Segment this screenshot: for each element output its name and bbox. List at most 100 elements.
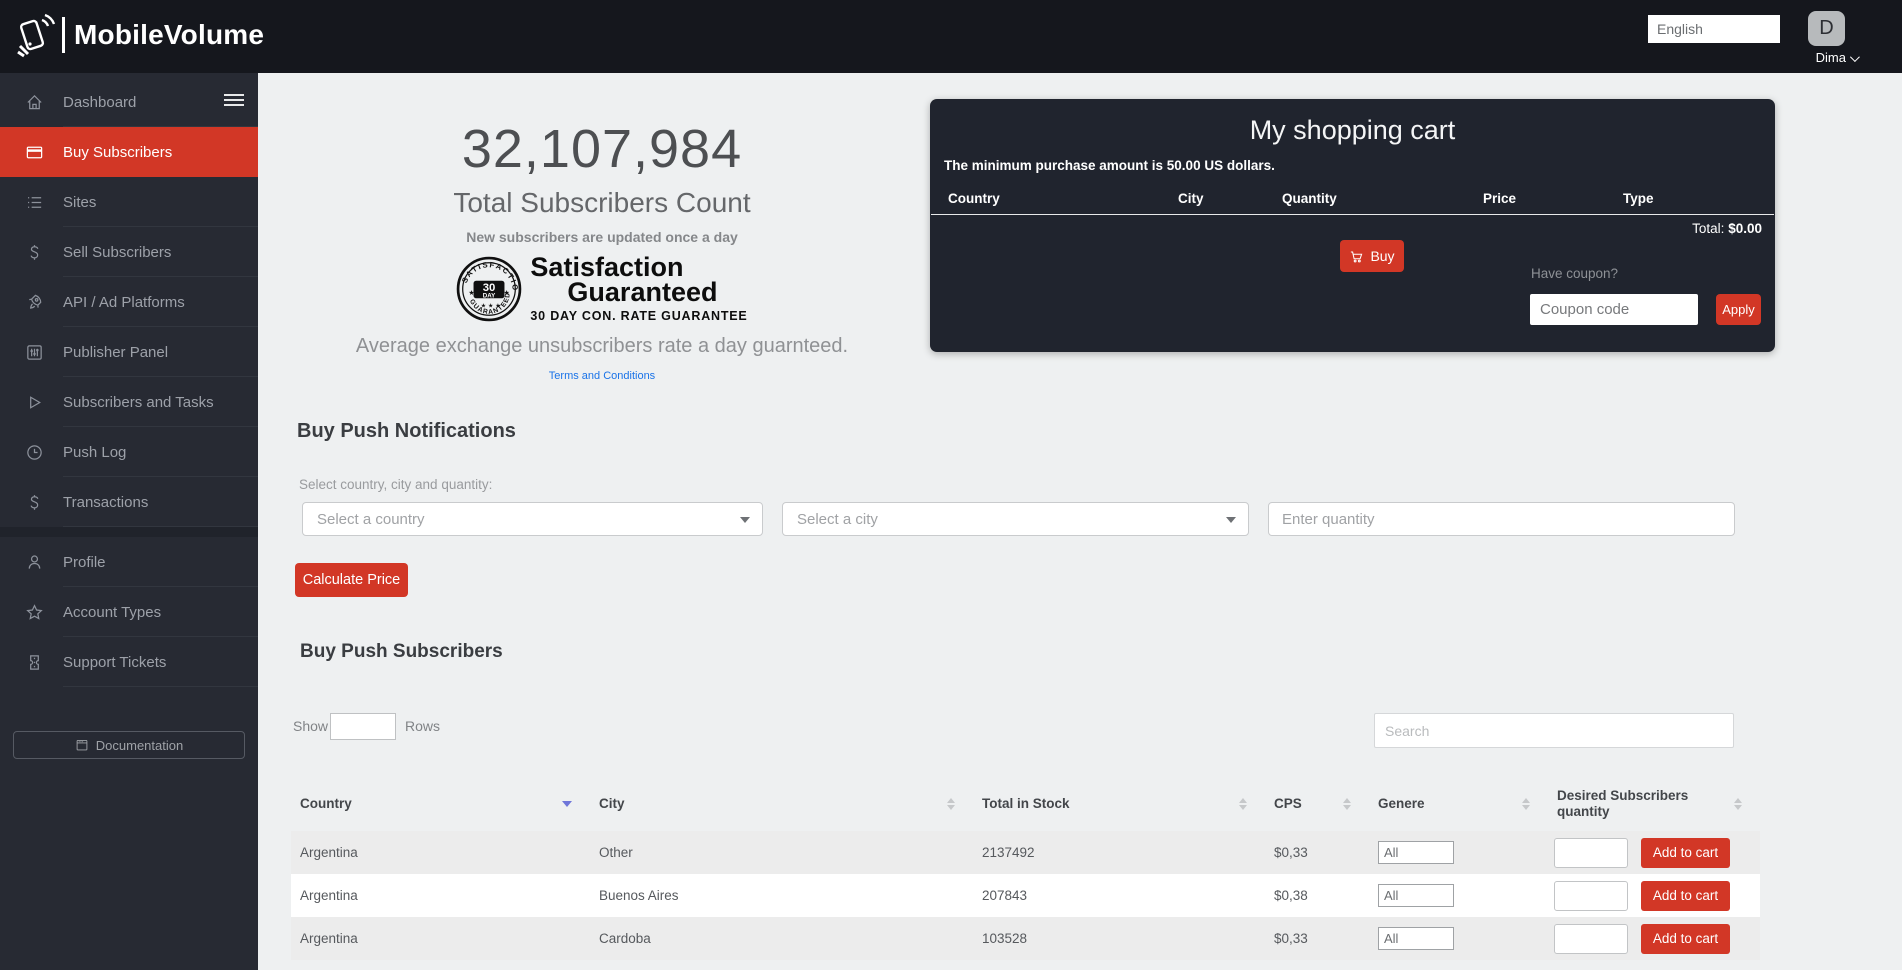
country-select[interactable]: Select a country: [302, 502, 763, 536]
table-header-row: Country City Total in Stock CPS Genere: [291, 777, 1760, 831]
cart-col-country: Country: [948, 191, 1000, 206]
home-icon: [24, 92, 44, 112]
cell-stock: 2137492: [973, 845, 1265, 860]
ticket-icon: [24, 652, 44, 672]
sidebar-item-support-tickets[interactable]: Support Tickets: [0, 637, 258, 687]
cell-city: Other: [590, 845, 973, 860]
brand-logo[interactable]: MobileVolume: [14, 12, 264, 58]
buy-button[interactable]: Buy: [1340, 240, 1404, 272]
genere-input[interactable]: [1378, 884, 1454, 907]
cell-city: Cardoba: [590, 931, 973, 946]
avatar[interactable]: D: [1808, 11, 1845, 46]
sort-icon[interactable]: [947, 798, 955, 810]
user-menu[interactable]: Dima: [1808, 50, 1857, 65]
logo-divider: [62, 17, 65, 53]
table-row: Argentina Buenos Aires 207843 $0,38 Add …: [291, 874, 1760, 917]
calculate-price-button[interactable]: Calculate Price: [295, 563, 408, 597]
list-icon: [24, 192, 44, 212]
table-row: Argentina Cardoba 103528 $0,33 Add to ca…: [291, 917, 1760, 960]
genere-input[interactable]: [1378, 927, 1454, 950]
sidebar-item-label: Subscribers and Tasks: [63, 394, 214, 411]
language-select[interactable]: [1648, 15, 1780, 43]
credit-card-icon: [24, 142, 44, 162]
cart-total: Total: $0.00: [1692, 221, 1762, 236]
sidebar-item-sell-subscribers[interactable]: Sell Subscribers: [0, 227, 258, 277]
show-label: Show: [293, 718, 328, 734]
table-header-cps[interactable]: CPS: [1265, 796, 1369, 812]
brand-name: MobileVolume: [74, 19, 264, 51]
sidebar-item-sites[interactable]: Sites: [0, 177, 258, 227]
sidebar-item-subscribers-and-tasks[interactable]: Subscribers and Tasks: [0, 377, 258, 427]
table-header-city[interactable]: City: [590, 796, 973, 812]
quantity-input[interactable]: [1268, 502, 1735, 536]
journal-icon: [75, 738, 89, 752]
sort-icon[interactable]: [1522, 798, 1530, 810]
sidebar-item-transactions[interactable]: Transactions: [0, 477, 258, 527]
cart-col-city: City: [1178, 191, 1204, 206]
sort-icon[interactable]: [1343, 798, 1351, 810]
sidebar-item-api-ad-platforms[interactable]: API / Ad Platforms: [0, 277, 258, 327]
update-note: New subscribers are updated once a day: [344, 229, 860, 245]
sidebar-item-publisher-panel[interactable]: Publisher Panel: [0, 327, 258, 377]
total-subscribers-label: Total Subscribers Count: [344, 187, 860, 219]
table-header-total-in-stock[interactable]: Total in Stock: [973, 796, 1265, 812]
sidebar-item-buy-subscribers[interactable]: Buy Subscribers: [0, 127, 258, 177]
add-to-cart-button[interactable]: Add to cart: [1641, 838, 1730, 868]
exchange-note: Average exchange unsubscribers rate a da…: [344, 335, 860, 358]
cart-col-type: Type: [1623, 191, 1654, 206]
cell-cps: $0,38: [1265, 888, 1369, 903]
header-label: Total in Stock: [982, 796, 1070, 812]
menu-toggle-icon[interactable]: [224, 94, 244, 109]
svg-text:★: ★: [504, 288, 510, 297]
coupon-input[interactable]: [1530, 294, 1698, 325]
coupon-label: Have coupon?: [1531, 266, 1618, 281]
genere-input[interactable]: [1378, 841, 1454, 864]
header-label: Country: [300, 796, 352, 812]
sidebar-section-divider: [0, 527, 258, 537]
desired-quantity-input[interactable]: [1554, 838, 1628, 868]
cart-minimum-note: The minimum purchase amount is 50.00 US …: [944, 158, 1275, 173]
guarantee-stamp-icon: SATISFACTION GUARANTEED 30 DAY ★ ★ ★ ★ ★: [456, 256, 522, 322]
table-header-desired-quantity[interactable]: Desired Subscribers quantity: [1548, 788, 1760, 820]
sidebar-item-label: Support Tickets: [63, 654, 166, 671]
buy-push-notifications-title: Buy Push Notifications: [297, 420, 516, 443]
sidebar-item-push-log[interactable]: Push Log: [0, 427, 258, 477]
table-header-country[interactable]: Country: [291, 796, 590, 812]
cell-country: Argentina: [291, 845, 590, 860]
cell-country: Argentina: [291, 888, 590, 903]
desired-quantity-input[interactable]: [1554, 881, 1628, 911]
sidebar-item-account-types[interactable]: Account Types: [0, 587, 258, 637]
desired-quantity-input[interactable]: [1554, 924, 1628, 954]
search-input[interactable]: [1374, 713, 1734, 748]
sort-desc-icon[interactable]: [562, 801, 572, 807]
sort-icon[interactable]: [1734, 798, 1742, 810]
apply-coupon-button[interactable]: Apply: [1716, 294, 1761, 325]
badge-line2: Guaranteed: [530, 280, 747, 306]
sidebar: Dashboard Buy Subscribers Sites Sell S: [0, 73, 258, 970]
sidebar-item-dashboard[interactable]: Dashboard: [0, 77, 258, 127]
sidebar-item-profile[interactable]: Profile: [0, 537, 258, 587]
sort-icon[interactable]: [1239, 798, 1247, 810]
sliders-icon: [24, 342, 44, 362]
cart-icon: [1349, 249, 1364, 264]
add-to-cart-button[interactable]: Add to cart: [1641, 881, 1730, 911]
table-header-genere[interactable]: Genere: [1369, 796, 1548, 812]
documentation-button[interactable]: Documentation: [13, 731, 245, 759]
buy-push-subscribers-title: Buy Push Subscribers: [300, 641, 503, 663]
user-icon: [24, 552, 44, 572]
cart-col-quantity: Quantity: [1282, 191, 1337, 206]
add-to-cart-button[interactable]: Add to cart: [1641, 924, 1730, 954]
cart-col-price: Price: [1483, 191, 1516, 206]
documentation-label: Documentation: [96, 738, 183, 753]
svg-text:DAY: DAY: [483, 292, 496, 299]
city-select[interactable]: Select a city: [782, 502, 1249, 536]
subscriber-stats: 32,107,984 Total Subscribers Count New s…: [344, 121, 860, 384]
svg-text:★ ★ ★: ★ ★ ★: [481, 302, 501, 309]
cell-cps: $0,33: [1265, 845, 1369, 860]
shopping-cart-panel: My shopping cart The minimum purchase am…: [930, 99, 1775, 352]
dollar-icon: [24, 242, 44, 262]
cart-title: My shopping cart: [930, 115, 1775, 146]
show-rows-input[interactable]: [330, 713, 396, 740]
sidebar-item-label: Profile: [63, 554, 106, 571]
terms-link[interactable]: Terms and Conditions: [549, 370, 655, 382]
